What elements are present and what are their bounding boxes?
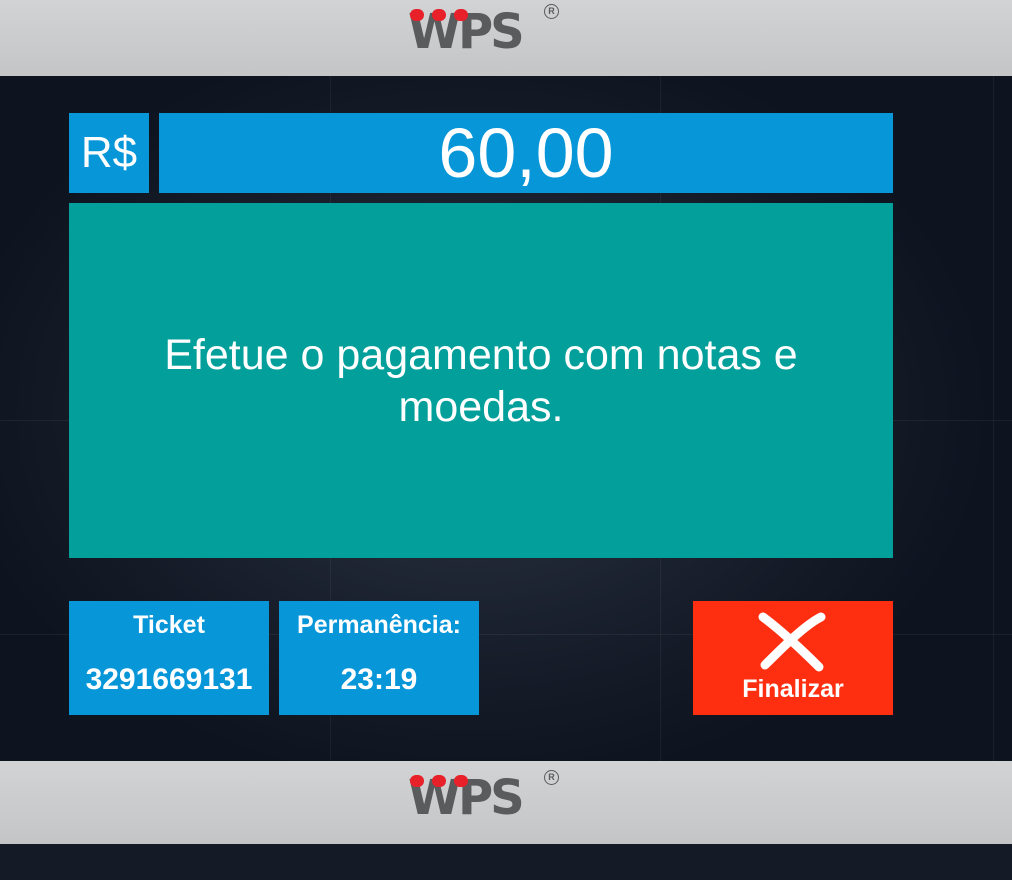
finish-button[interactable]: Finalizar	[693, 601, 893, 715]
logo-dot	[432, 9, 446, 21]
finish-button-label: Finalizar	[742, 675, 844, 703]
payment-message-panel: Efetue o pagamento com notas e moedas.	[69, 203, 893, 558]
logo-dot	[410, 775, 424, 787]
logo-dots	[410, 9, 510, 21]
header-logo: WPS R	[408, 4, 560, 60]
currency-label: R$	[69, 113, 149, 193]
logo-dot	[454, 775, 468, 787]
bottom-background-strip	[0, 844, 1012, 880]
close-icon	[758, 612, 826, 672]
background-grid-line	[993, 76, 994, 761]
stay-label: Permanência:	[297, 611, 461, 639]
ticket-info-box: Ticket 3291669131	[69, 601, 269, 715]
logo-dot	[454, 9, 468, 21]
payment-instruction: Efetue o pagamento com notas e moedas.	[164, 330, 798, 431]
footer-logo: WPS R	[408, 770, 560, 826]
registered-mark-icon: R	[544, 770, 559, 785]
ticket-number: 3291669131	[85, 663, 253, 696]
logo-dots	[410, 775, 510, 787]
ticket-label: Ticket	[133, 611, 205, 639]
stay-duration: 23:19	[340, 663, 418, 696]
stay-info-box: Permanência: 23:19	[279, 601, 479, 715]
registered-mark-icon: R	[544, 4, 559, 19]
amount-display: 60,00	[159, 113, 893, 193]
logo-dot	[410, 9, 424, 21]
logo-dot	[432, 775, 446, 787]
